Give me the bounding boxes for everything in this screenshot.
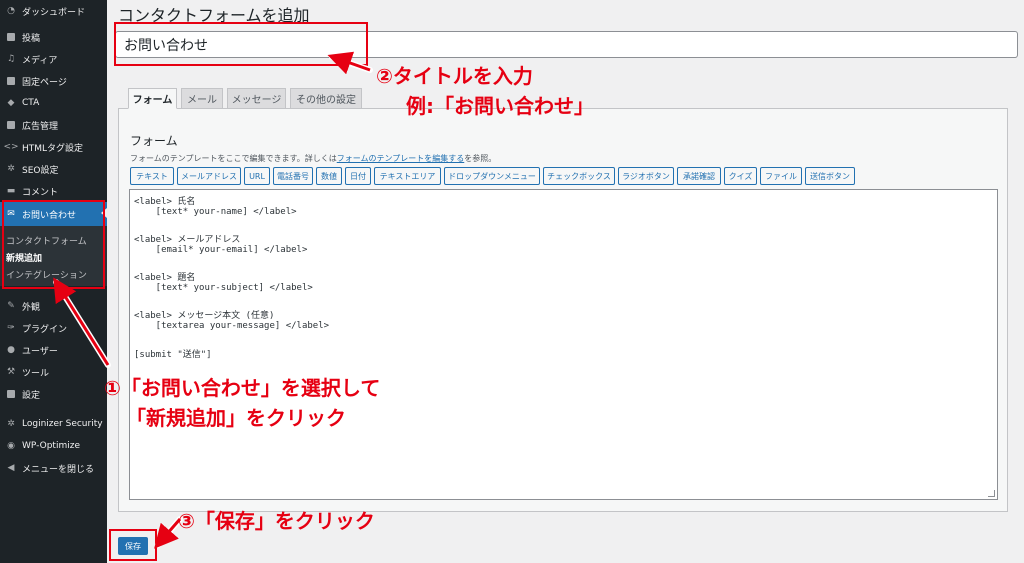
tag-button-tel[interactable]: 電話番号	[273, 167, 313, 185]
sidebar-item-label: HTMLタグ設定	[22, 143, 84, 154]
sidebar-item-label: ユーザー	[22, 346, 58, 357]
sidebar-item-label: メディア	[22, 55, 58, 66]
sidebar-item-label: ツール	[22, 368, 50, 379]
sidebar-item-ads[interactable]: 広告管理	[0, 114, 107, 136]
sidebar-item-label: コメント	[22, 187, 59, 198]
tag-icon: ◆	[7, 98, 15, 108]
sidebar-item-seo[interactable]: ✲ SEO設定	[0, 158, 107, 180]
resize-handle[interactable]	[988, 490, 995, 497]
sidebar-item-plugins[interactable]: ✑ プラグイン	[0, 317, 107, 339]
gear-icon: ✲	[7, 419, 15, 429]
sidebar-item-label: 投稿	[22, 33, 41, 44]
tag-button-url[interactable]: URL	[244, 167, 270, 185]
code-icon: <>	[3, 142, 19, 152]
sidebar-item-label: ダッシュボード	[22, 7, 86, 18]
sidebar-item-posts[interactable]: 投稿	[0, 26, 107, 48]
tag-button-submit[interactable]: 送信ボタン	[805, 167, 855, 185]
code-line: <label> 題名	[134, 273, 196, 283]
sidebar-item-loginizer[interactable]: ✲ Loginizer Security	[0, 413, 107, 435]
sidebar-item-label: 固定ページ	[22, 77, 67, 88]
media-icon: ♫	[6, 54, 16, 64]
code-line: [text* your-name] </label>	[134, 207, 297, 217]
code-line: <label> 氏名	[134, 197, 196, 207]
sidebar-item-users[interactable]: ● ユーザー	[0, 339, 107, 361]
sidebar-item-collapse-menu[interactable]: ◀ メニューを閉じる	[0, 457, 107, 479]
sidebar-item-label: 広告管理	[22, 121, 59, 132]
tag-button-date[interactable]: 日付	[345, 167, 371, 185]
highlight-title-input	[114, 22, 368, 66]
dashboard-icon: ◔	[7, 6, 15, 16]
tag-button-email[interactable]: メールアドレス	[177, 167, 241, 185]
form-template-editor[interactable]: <label> 氏名 [text* your-name] </label> <l…	[129, 189, 998, 500]
sidebar-item-label: 設定	[22, 390, 41, 401]
tag-button-acceptance[interactable]: 承諾確認	[677, 167, 721, 185]
optimize-icon: ◉	[7, 441, 15, 451]
sidebar-item-dashboard[interactable]: ◔ ダッシュボード	[0, 0, 107, 22]
desc-text: フォームのテンプレートをここで編集できます。詳しくは	[130, 154, 337, 163]
sidebar-item-label: 外観	[22, 302, 41, 313]
brush-icon: ✎	[7, 301, 15, 311]
tag-button-text[interactable]: テキスト	[130, 167, 174, 185]
tab-messages[interactable]: メッセージ	[227, 88, 286, 109]
sidebar-item-pages[interactable]: 固定ページ	[0, 70, 107, 92]
tag-button-textarea[interactable]: テキストエリア	[374, 167, 441, 185]
sidebar-item-label: WP-Optimize	[22, 441, 80, 451]
page-icon	[6, 76, 16, 86]
sidebar-item-comments[interactable]: ▬ コメント	[0, 180, 107, 202]
sidebar-item-media[interactable]: ♫ メディア	[0, 48, 107, 70]
sidebar-item-tools[interactable]: ⚒ ツール	[0, 361, 107, 383]
tab-additional-settings[interactable]: その他の設定	[290, 88, 362, 109]
comment-icon: ▬	[6, 186, 16, 196]
annotation-step1-click: 「新規追加」をクリック	[126, 406, 346, 430]
annotation-step2-title: ②タイトルを入力	[376, 64, 533, 88]
ad-icon	[6, 120, 16, 130]
form-heading: フォーム	[130, 134, 178, 148]
sidebar-item-appearance[interactable]: ✎ 外観	[0, 295, 107, 317]
code-line: [email* your-email] </label>	[134, 245, 308, 255]
sidebar-item-label: メニューを閉じる	[22, 464, 95, 475]
highlight-contact-menu	[2, 200, 105, 289]
sidebar-item-label: プラグイン	[22, 324, 68, 335]
sidebar-item-label: CTA	[22, 98, 40, 108]
code-line: [text* your-subject] </label>	[134, 283, 313, 293]
tag-button-number[interactable]: 数値	[316, 167, 342, 185]
desc-text-end: を参照。	[464, 154, 497, 163]
sidebar-item-label: Loginizer Security	[22, 419, 103, 429]
sidebar-item-label: SEO設定	[22, 165, 59, 176]
code-line: [submit "送信"]	[134, 350, 212, 360]
highlight-save-button	[109, 529, 157, 561]
tab-form[interactable]: フォーム	[128, 88, 177, 109]
wrench-icon: ⚒	[6, 367, 16, 377]
form-description: フォームのテンプレートをここで編集できます。詳しくはフォームのテンプレートを編集…	[130, 153, 496, 164]
annotation-step1-select: ①「お問い合わせ」を選択して	[104, 376, 381, 400]
arrow-to-save	[154, 518, 182, 549]
sidebar-item-html-tags[interactable]: <> HTMLタグ設定	[0, 136, 107, 158]
pin-icon	[6, 32, 16, 42]
tag-button-checkbox[interactable]: チェックボックス	[543, 167, 615, 185]
collapse-icon: ◀	[7, 463, 15, 473]
annotation-step2-example: 例:「お問い合わせ」	[406, 94, 594, 118]
sidebar-item-settings[interactable]: 設定	[0, 383, 107, 405]
user-icon: ●	[7, 345, 15, 355]
sidebar-item-wp-optimize[interactable]: ◉ WP-Optimize	[0, 435, 107, 457]
tag-button-radio[interactable]: ラジオボタン	[618, 167, 674, 185]
code-line: [textarea your-message] </label>	[134, 321, 330, 331]
settings-icon	[6, 389, 16, 399]
tag-button-quiz[interactable]: クイズ	[724, 167, 757, 185]
tag-button-dropdown[interactable]: ドロップダウンメニュー	[444, 167, 540, 185]
annotation-step3-save: ③「保存」をクリック	[178, 509, 375, 533]
gear-icon: ✲	[7, 164, 15, 174]
tab-mail[interactable]: メール	[181, 88, 223, 109]
tag-button-file[interactable]: ファイル	[760, 167, 802, 185]
code-line: <label> メッセージ本文 (任意)	[134, 311, 275, 321]
sidebar-item-cta[interactable]: ◆ CTA	[0, 92, 107, 114]
edit-template-link[interactable]: フォームのテンプレートを編集する	[337, 154, 465, 163]
plugin-icon: ✑	[7, 323, 15, 333]
code-line: <label> メールアドレス	[134, 235, 241, 245]
